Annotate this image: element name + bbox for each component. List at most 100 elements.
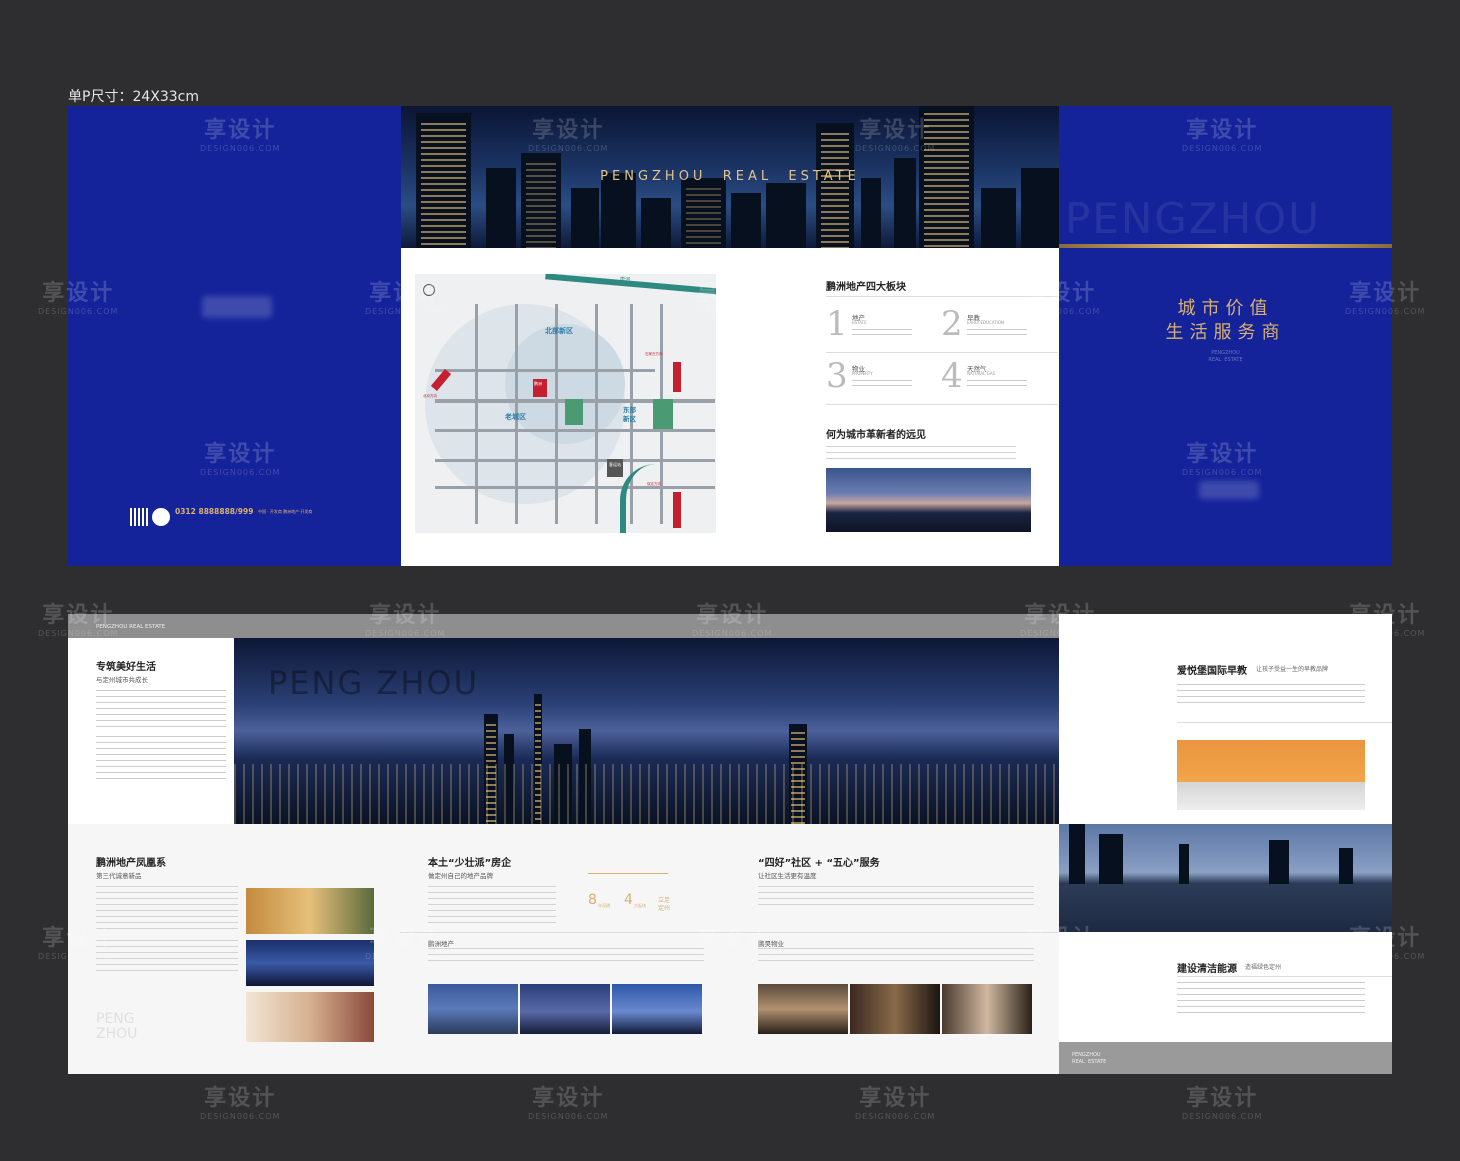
river [545,274,716,297]
early-title: 爱悦堡国际早教 [1177,666,1247,677]
watermark: 享设计 DESIGN006.COM [1182,1086,1263,1121]
bottom-spread: PENGZHOU REAL ESTATE 专筑美好生活 与定州城市共成长 PEN… [68,614,1392,1074]
cover-big-text: PENGZHOU [1065,194,1321,243]
logo-blur [202,296,272,318]
footer-band [1059,1042,1392,1074]
watermark: 享设计 DESIGN006.COM [200,118,281,153]
cover-slogan-2: 生活服务商 [1165,322,1286,343]
property-body [758,948,1034,962]
phoenix-photo-family [246,992,374,1042]
sector-number: 2 [941,304,963,344]
qr-code-icon [130,508,148,526]
sector-desc [967,329,1027,339]
district-north: 北部新区 [545,327,573,335]
left-title: 专筑美好生活 [96,662,156,673]
cover-slogan-1: 城市价值 [1177,298,1274,319]
station-label: 客运站 [609,462,621,467]
sector-en: PROPERTY [852,371,873,376]
size-label: 单P尺寸：24X33cm [68,89,199,105]
watermark: 享设计 DESIGN006.COM [1182,442,1263,477]
vision-body [826,446,1016,460]
phoenix-title: 鹏洲地产凤凰系 [96,858,166,869]
sector-desc [967,380,1027,390]
phoenix-sub: 第三代诚意新品 [96,872,142,880]
park-block [565,399,583,425]
left-body [96,736,226,784]
estate-body [428,948,704,962]
local-sub: 做定州自己的地产品牌 [428,872,493,880]
early-photo [1177,740,1365,810]
sector-en: EARLY EDUCATION [967,320,1004,325]
watermark: 享设计 DESIGN006.COM [1020,926,1101,961]
watermark: 享设计 DESIGN006.COM [38,603,119,638]
watermark: 享设计 DESIGN006.COM [692,603,773,638]
sector-desc [852,329,912,339]
pano-city-lights [234,764,1059,824]
watermark: 享设计 DESIGN006.COM [38,926,119,961]
vision-title: 何为城市革新者的远见 [826,430,926,441]
waterfront-photo [1059,824,1392,932]
watermark: 享设计 DESIGN006.COM [1020,281,1101,316]
watermark: 享设计 DESIGN006.COM [38,281,119,316]
exit-right-sign [673,362,681,392]
stat-unit: 年深耕 [598,903,610,908]
district-east: 东部新区 [623,406,636,423]
district-old: 老城区 [505,413,526,421]
header-band [68,614,1059,638]
phoenix-photo-classroom [246,888,374,934]
sector-en: ESTATE [852,320,867,325]
estate-photo-2 [520,984,610,1034]
local-body [428,886,556,924]
community-title: “四好”社区 + “五心”服务 [758,858,880,869]
river-label: 唐河 [620,277,631,283]
footer-small: PENGZHOU REAL ESTATE [1072,1052,1107,1065]
energy-title: 建设清洁能源 [1177,964,1237,975]
watermark: 享设计 DESIGN006.COM [1345,281,1426,316]
watermark: 享设计 DESIGN006.COM [1345,603,1426,638]
early-body [1177,684,1365,708]
cover-gold-rule [1059,244,1392,248]
left-body [96,690,226,730]
watermark: 享设计 DESIGN006.COM [365,926,446,961]
back-phone: 0312 8888888/999 [175,507,254,516]
qr-code-icon [152,508,170,526]
local-title: 本土“少壮派”房企 [428,858,512,869]
location-map: 唐河 北部新区 老城区 东部新区 鹏洲 客运站 北京方向 石家庄方向 保定方向 [415,274,716,533]
map-zone [505,324,625,444]
stats-timeline [588,873,668,874]
property-photo-2 [850,984,940,1034]
back-phone-note: 中国 · 开发商 鹏洲地产·开发商 [258,509,313,514]
stat-unit: 大板块 [634,903,646,908]
front-cover-panel: PENGZHOU 城市价值 生活服务商 PENGZHOU REAL ESTATE [1059,106,1392,566]
community-body [758,886,1034,908]
phoenix-watermark: PENG ZHOU [96,1011,138,1042]
banner-title: PENGZHOU REAL ESTATE [600,169,860,184]
stat-unit: 定州 [658,905,671,912]
watermark: 享设计 DESIGN006.COM [855,118,936,153]
watermark: 享设计 DESIGN006.COM [1182,118,1263,153]
back-cover-panel: 0312 8888888/999 中国 · 开发商 鹏洲地产·开发商 [68,106,401,566]
stat-value: 4 [624,892,633,908]
estate-photo-1 [428,984,518,1034]
property-photo-1 [758,984,848,1034]
exit-left-label: 北京方向 [423,394,437,398]
pano-overlay: PENG ZHOU [268,664,480,702]
watermark: 享设计 DESIGN006.COM [855,1086,936,1121]
exit-right-top-label: 石家庄方向 [645,352,663,356]
sector-number: 3 [826,356,848,396]
watermark: 享设计 DESIGN006.COM [692,281,773,316]
left-sub: 与定州城市共成长 [96,676,148,684]
energy-body [1177,982,1365,1018]
sector-desc [852,380,912,390]
sectors-title: 鹏洲地产四大板块 [826,282,906,293]
inner-panel: PENGZHOU REAL ESTATE 唐河 北部新区 老城区 东部新区 鹏洲… [401,106,1059,566]
watermark: 享设计 DESIGN006.COM [200,442,281,477]
watermark: 享设计 DESIGN006.COM [365,281,446,316]
property-photo-3 [942,984,1032,1034]
map-river-curve [620,464,656,533]
vision-photo [826,468,1031,532]
watermark: 享设计 DESIGN006.COM [692,926,773,961]
exit-right-sign [673,492,681,528]
watermark: 享设计 DESIGN006.COM [528,1086,609,1121]
community-sub: 让社区生活更有温度 [758,872,817,880]
